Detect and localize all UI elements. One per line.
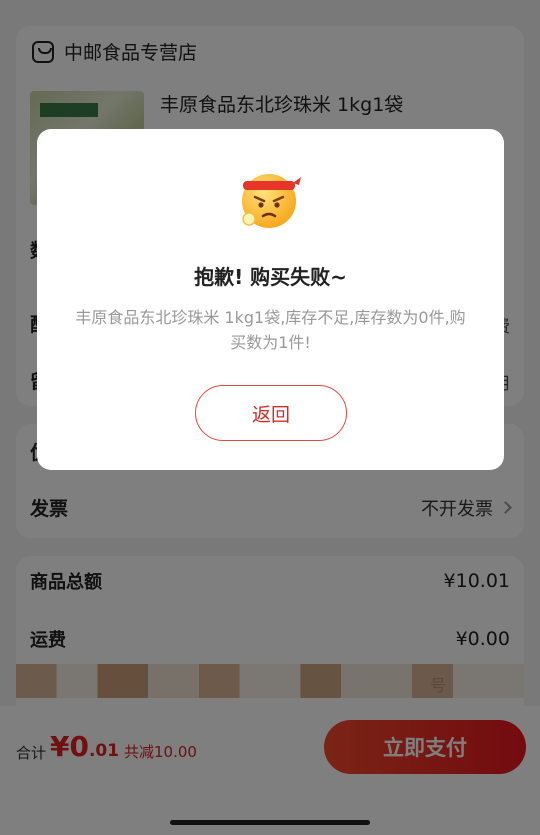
dialog-title: 抱歉! 购买失败~: [194, 265, 347, 289]
error-dialog: 抱歉! 购买失败~ 丰原食品东北珍珠米 1kg1袋,库存不足,库存数为0件,购买…: [37, 129, 504, 470]
order-confirm-page: 中邮食品专营店 丰原食品东北珍珠米 1kg1袋 数 配 费 留 用 优 发票 不…: [0, 0, 540, 835]
angry-face-icon: [242, 174, 301, 228]
home-indicator[interactable]: [170, 820, 370, 825]
back-button[interactable]: 返回: [195, 385, 347, 441]
dialog-message: 丰原食品东北珍珠米 1kg1袋,库存不足,库存数为0件,购买数为1件!: [75, 308, 466, 352]
